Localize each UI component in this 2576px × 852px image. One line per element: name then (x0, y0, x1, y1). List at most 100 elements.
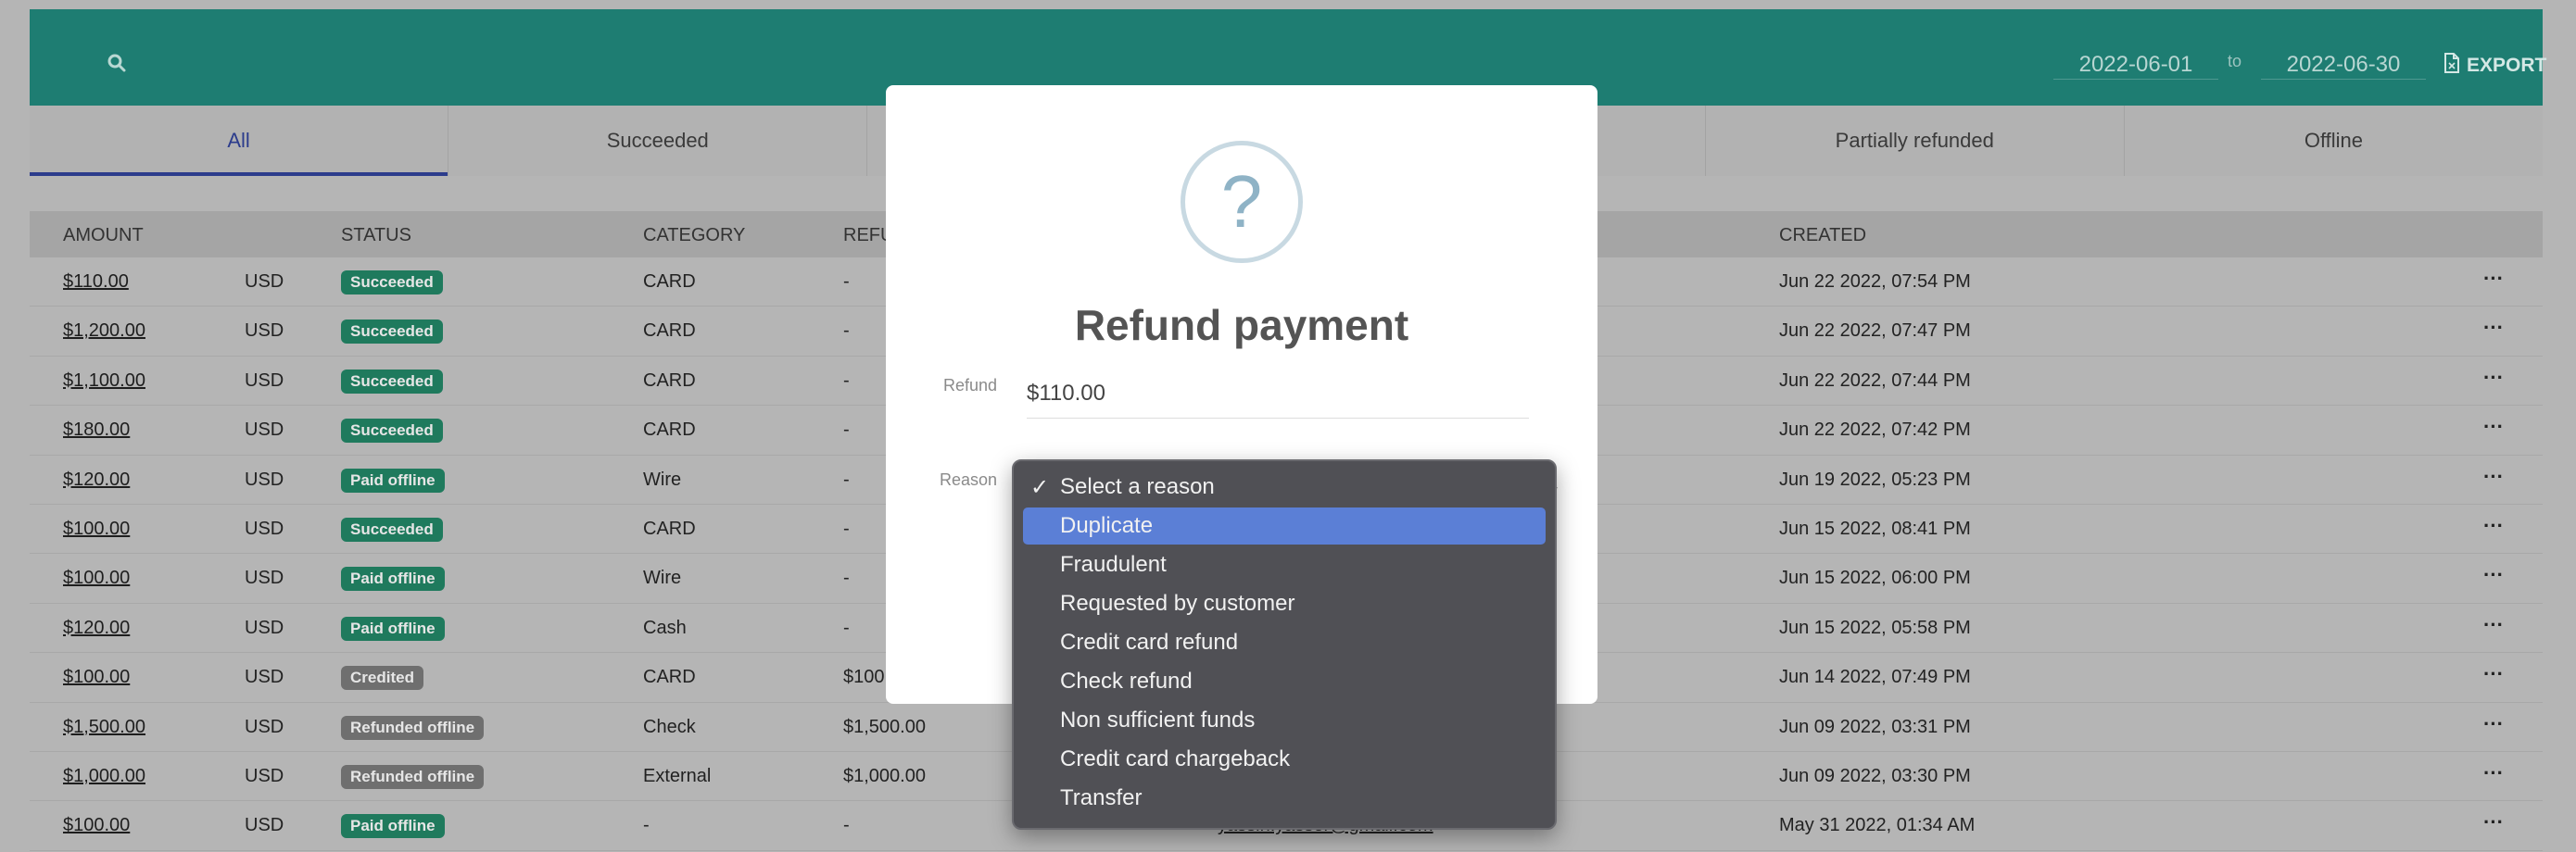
more-options-icon[interactable]: ··· (2483, 316, 2504, 340)
header-created: CREATED (1779, 225, 1867, 245)
refund-amount: - (843, 568, 850, 589)
more-options-icon[interactable]: ··· (2483, 514, 2504, 538)
category: Check (643, 716, 696, 737)
reason-option[interactable]: Fraudulent (1060, 546, 1167, 583)
amount-link[interactable]: $180.00 (63, 420, 130, 441)
amount-link[interactable]: $1,500.00 (63, 717, 145, 738)
created-date: Jun 22 2022, 07:54 PM (1779, 271, 1971, 292)
status-badge: Succeeded (341, 517, 443, 542)
category: CARD (643, 370, 696, 391)
amount-link[interactable]: $1,000.00 (63, 766, 145, 787)
category: CARD (643, 420, 696, 441)
date-separator: to (2228, 52, 2242, 70)
more-options-icon[interactable]: ··· (2483, 267, 2504, 291)
date-to-input[interactable]: 2022-06-30 (2261, 50, 2426, 80)
status-badge-label: Paid offline (341, 814, 445, 839)
reason-option[interactable]: Duplicate (1023, 507, 1546, 545)
question-icon: ? (1181, 141, 1303, 263)
currency: USD (245, 518, 284, 539)
export-button[interactable]: EXPORT (2443, 52, 2546, 80)
tab-partially-refunded[interactable]: Partially refunded (1706, 106, 2125, 176)
amount-link[interactable]: $110.00 (63, 271, 129, 293)
reason-label: Reason (940, 470, 998, 489)
created-date: Jun 15 2022, 05:58 PM (1779, 617, 1971, 638)
reason-option[interactable]: Requested by customer (1060, 585, 1294, 622)
status-badge-label: Succeeded (341, 517, 443, 542)
category: CARD (643, 667, 696, 688)
category: Cash (643, 617, 687, 638)
refund-amount: $1,500.00 (843, 716, 926, 737)
category: - (643, 815, 650, 836)
status-badge: Succeeded (341, 419, 443, 444)
amount-link[interactable]: $100.00 (63, 667, 130, 688)
created-date: Jun 14 2022, 07:49 PM (1779, 667, 1971, 688)
status-badge-label: Refunded offline (341, 715, 485, 740)
refund-amount-input[interactable]: $110.00 (1027, 378, 1529, 419)
created-date: Jun 09 2022, 03:30 PM (1779, 765, 1971, 786)
created-date: Jun 22 2022, 07:44 PM (1779, 370, 1971, 391)
currency: USD (245, 370, 284, 391)
more-options-icon[interactable]: ··· (2483, 613, 2504, 637)
reason-option[interactable]: Check refund (1060, 663, 1193, 700)
file-icon (2443, 53, 2461, 79)
tab-all[interactable]: All (30, 106, 449, 176)
more-options-icon[interactable]: ··· (2483, 810, 2504, 834)
more-options-icon[interactable]: ··· (2483, 761, 2504, 785)
reason-option[interactable]: Credit card chargeback (1060, 741, 1290, 778)
status-badge: Succeeded (341, 270, 443, 294)
status-badge-label: Succeeded (341, 320, 443, 345)
refund-amount: - (843, 518, 850, 539)
reason-option[interactable]: Non sufficient funds (1060, 702, 1255, 739)
more-options-icon[interactable]: ··· (2483, 415, 2504, 439)
refund-amount: - (843, 420, 850, 441)
amount-link[interactable]: $1,200.00 (63, 320, 145, 342)
status-badge: Refunded offline (341, 764, 485, 789)
status-badge: Succeeded (341, 320, 443, 345)
status-badge-label: Paid offline (341, 616, 445, 641)
amount-link[interactable]: $100.00 (63, 568, 130, 589)
amount-link[interactable]: $120.00 (63, 618, 130, 639)
date-from-input[interactable]: 2022-06-01 (2053, 50, 2218, 80)
created-date: Jun 15 2022, 06:00 PM (1779, 568, 1971, 589)
more-options-icon[interactable]: ··· (2483, 662, 2504, 686)
currency: USD (245, 271, 284, 292)
amount-link[interactable]: $1,100.00 (63, 370, 145, 392)
tab-succeeded[interactable]: Succeeded (448, 106, 868, 176)
amount-link[interactable]: $100.00 (63, 519, 130, 540)
status-badge-label: Succeeded (341, 369, 443, 394)
export-label: EXPORT (2467, 55, 2547, 76)
category: External (643, 765, 712, 786)
status-badge: Paid offline (341, 567, 445, 592)
category: CARD (643, 518, 696, 539)
category: CARD (643, 271, 696, 292)
header-amount: AMOUNT (63, 225, 144, 245)
currency: USD (245, 469, 284, 490)
currency: USD (245, 667, 284, 688)
more-options-icon[interactable]: ··· (2483, 563, 2504, 587)
status-badge-label: Paid offline (341, 468, 445, 493)
tab-offline[interactable]: Offline (2125, 106, 2543, 176)
currency: USD (245, 320, 284, 342)
more-options-icon[interactable]: ··· (2483, 712, 2504, 736)
status-badge: Succeeded (341, 369, 443, 394)
header-status: STATUS (341, 225, 411, 245)
reason-option[interactable]: Transfer (1060, 780, 1142, 817)
search-icon[interactable] (106, 52, 128, 74)
reason-option[interactable]: Select a reason (1060, 469, 1215, 506)
currency: USD (245, 420, 284, 441)
created-date: Jun 22 2022, 07:47 PM (1779, 320, 1971, 342)
refund-amount: - (843, 815, 850, 836)
status-badge-label: Succeeded (341, 419, 443, 444)
currency: USD (245, 815, 284, 836)
more-options-icon[interactable]: ··· (2483, 366, 2504, 390)
status-badge-label: Refunded offline (341, 764, 485, 789)
reason-dropdown: ✓ Select a reason Duplicate Fraudulent Reque… (1012, 459, 1557, 830)
refund-amount: - (843, 617, 850, 638)
status-badge: Paid offline (341, 814, 445, 839)
amount-link[interactable]: $100.00 (63, 815, 130, 836)
amount-link[interactable]: $120.00 (63, 470, 130, 491)
reason-option[interactable]: Credit card refund (1060, 624, 1238, 661)
modal-title: Refund payment (1074, 301, 1409, 349)
created-date: Jun 22 2022, 07:42 PM (1779, 420, 1971, 441)
more-options-icon[interactable]: ··· (2483, 465, 2504, 489)
